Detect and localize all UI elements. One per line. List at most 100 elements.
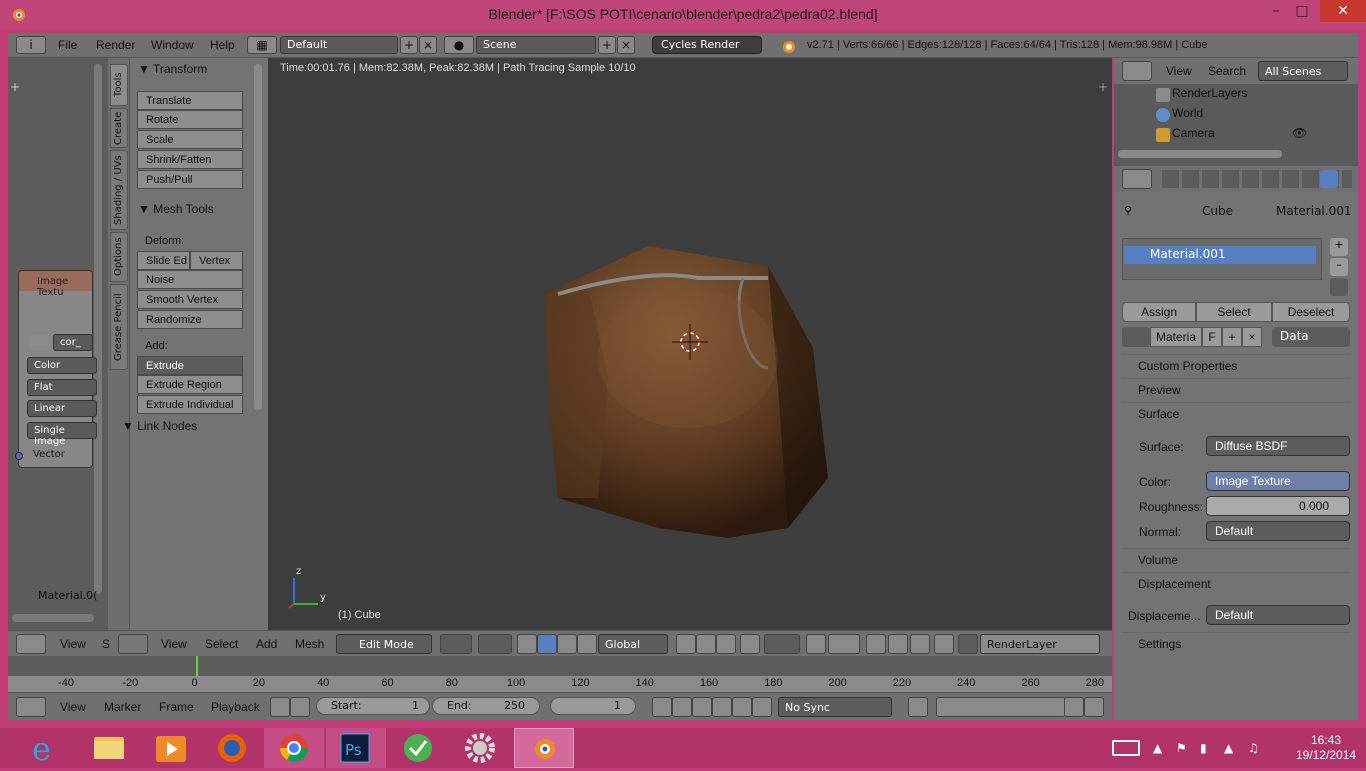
play-icon[interactable] [712, 697, 732, 717]
keyboard-icon[interactable] [1112, 740, 1140, 756]
next-keyframe-icon[interactable] [732, 697, 752, 717]
smooth-vertex-button[interactable]: Smooth Vertex [137, 290, 243, 309]
extrude-individual-button[interactable]: Extrude Individual [137, 395, 243, 414]
image-browse-icon[interactable] [29, 335, 49, 351]
render-layer-icon[interactable] [958, 634, 978, 654]
outliner-row-camera[interactable]: Camera [1114, 126, 1348, 146]
prev-keyframe-icon[interactable] [672, 697, 692, 717]
outliner-editor-type-icon[interactable] [1122, 61, 1152, 81]
properties-editor-type-icon[interactable] [1122, 169, 1152, 189]
rotate-button[interactable]: Rotate [137, 110, 243, 129]
scale-button[interactable]: Scale [137, 130, 243, 149]
remove-layout-icon[interactable]: × [419, 36, 437, 54]
menu-mesh[interactable]: Mesh [295, 637, 324, 651]
deselect-button[interactable]: Deselect [1272, 302, 1350, 322]
flag-icon[interactable]: ⚑ [1176, 741, 1187, 755]
roughness-slider[interactable]: 0.000 [1206, 496, 1350, 516]
image-name-field[interactable]: cor_ [53, 334, 93, 351]
orientation-select[interactable]: Global [598, 634, 668, 654]
menu-help[interactable]: Help [210, 38, 235, 52]
close-button[interactable]: ✕ [1320, 0, 1366, 22]
layers-icon-2[interactable] [934, 634, 954, 654]
material-tab-icon[interactable] [1320, 170, 1338, 188]
keying-set-icon[interactable] [936, 697, 1066, 717]
menu-render[interactable]: Render [96, 38, 135, 52]
pivot-select-icon[interactable] [478, 634, 512, 654]
push-pull-button[interactable]: Push/Pull [137, 170, 243, 189]
plus-icon[interactable]: + [10, 80, 20, 94]
tab-create[interactable]: Create [110, 108, 128, 148]
volume-section[interactable]: Volume [1122, 548, 1350, 570]
translate-button[interactable]: Translate [137, 91, 243, 110]
outliner-filter-select[interactable]: All Scenes [1258, 61, 1348, 81]
viewport-editor-type-icon[interactable] [118, 634, 148, 654]
system-clock[interactable]: 16:43 19/12/2014 [1296, 733, 1356, 763]
extrude-select[interactable]: Extrude [137, 356, 243, 375]
menu-view[interactable]: View [161, 637, 187, 651]
file-explorer-icon[interactable] [80, 728, 140, 768]
insert-keyframe-icon[interactable] [1064, 697, 1084, 717]
translate-manipulator-icon[interactable] [537, 634, 557, 654]
tab-shading-uvs[interactable]: Shading / UVs [110, 150, 128, 230]
layout-icon[interactable]: ▦ [247, 36, 277, 54]
lock-icon[interactable] [290, 697, 310, 717]
node-menu-view[interactable]: View [60, 637, 86, 651]
tab-grease-pencil[interactable]: Grease Pencil [110, 284, 128, 370]
node-menu-select[interactable]: S [102, 637, 110, 651]
randomize-button[interactable]: Randomize [137, 310, 243, 329]
vertex-slide-button[interactable]: Vertex [190, 251, 243, 270]
remove-slot-button[interactable]: – [1330, 258, 1348, 276]
preview-section[interactable]: Preview [1122, 378, 1350, 400]
color-select[interactable]: Image Texture [1206, 471, 1350, 491]
timeline-editor-type-icon[interactable] [16, 697, 46, 717]
menu-add[interactable]: Add [256, 637, 277, 651]
snap-icon[interactable] [806, 634, 826, 654]
layout-field[interactable]: Default [280, 36, 398, 54]
horizontal-scrollbar[interactable] [12, 614, 94, 622]
editor-type-icon[interactable]: i [16, 36, 46, 54]
edge-select-icon[interactable] [696, 634, 716, 654]
normal-select[interactable]: Default [1206, 521, 1350, 541]
menu-select[interactable]: Select [205, 637, 238, 651]
end-frame-field[interactable]: End: 250 [432, 697, 540, 715]
tab-tools[interactable]: Tools [110, 64, 128, 106]
delete-keyframe-icon[interactable] [1084, 697, 1104, 717]
material-name-field[interactable]: Materia [1150, 327, 1202, 347]
noise-button[interactable]: Noise [137, 270, 243, 289]
rock-mesh[interactable] [538, 238, 838, 548]
material-slot-item[interactable]: Material.001 [1124, 246, 1316, 264]
layers-icon[interactable] [910, 634, 930, 654]
preview-range-icon[interactable] [270, 697, 290, 717]
proportional-edit-icon[interactable] [764, 634, 800, 654]
opengl-render-icon[interactable] [866, 634, 886, 654]
timeline-ruler[interactable]: -40 -20 0 20 40 60 80 100 120 140 160 180 200 220 240 2… [8, 676, 1112, 692]
battery-icon[interactable]: ▮ [1200, 741, 1207, 755]
scrollbar[interactable] [94, 64, 102, 594]
mode-select[interactable]: Edit Mode [336, 634, 432, 654]
outliner-row-renderlayers[interactable]: RenderLayers [1114, 86, 1348, 106]
shrink-fatten-button[interactable]: Shrink/Fatten [137, 150, 243, 169]
scene-icon[interactable]: ● [444, 36, 474, 54]
fake-user-button[interactable]: F [1202, 327, 1222, 347]
slot-menu-button[interactable] [1330, 278, 1348, 296]
settings-gear-icon[interactable] [450, 728, 510, 768]
add-layout-icon[interactable]: + [400, 36, 418, 54]
chrome-icon[interactable] [264, 728, 324, 768]
surface-select[interactable]: Diffuse BSDF [1206, 436, 1350, 456]
tab-options[interactable]: Options [110, 232, 128, 282]
render-layer-field[interactable]: RenderLayer [980, 634, 1100, 654]
material-browse-icon[interactable] [1122, 327, 1150, 347]
link-nodes-header[interactable]: ▼ Link Nodes [122, 419, 197, 433]
outliner-row-world[interactable]: World [1114, 106, 1348, 126]
custom-properties-section[interactable]: Custom Properties [1122, 354, 1350, 376]
surface-section[interactable]: Surface [1122, 402, 1350, 424]
assign-button[interactable]: Assign [1122, 302, 1196, 322]
3d-viewport[interactable]: Time:00:01.76 | Mem:82.38M, Peak:82.38M … [268, 58, 1112, 630]
slide-edge-button[interactable]: Slide Ed [137, 251, 190, 270]
select-button[interactable]: Select [1196, 302, 1272, 322]
displacement-select[interactable]: Default [1206, 605, 1350, 625]
outliner-scrollbar[interactable] [1118, 150, 1282, 158]
limit-selection-icon[interactable] [740, 634, 760, 654]
jump-end-icon[interactable] [752, 697, 772, 717]
jump-start-icon[interactable] [652, 697, 672, 717]
